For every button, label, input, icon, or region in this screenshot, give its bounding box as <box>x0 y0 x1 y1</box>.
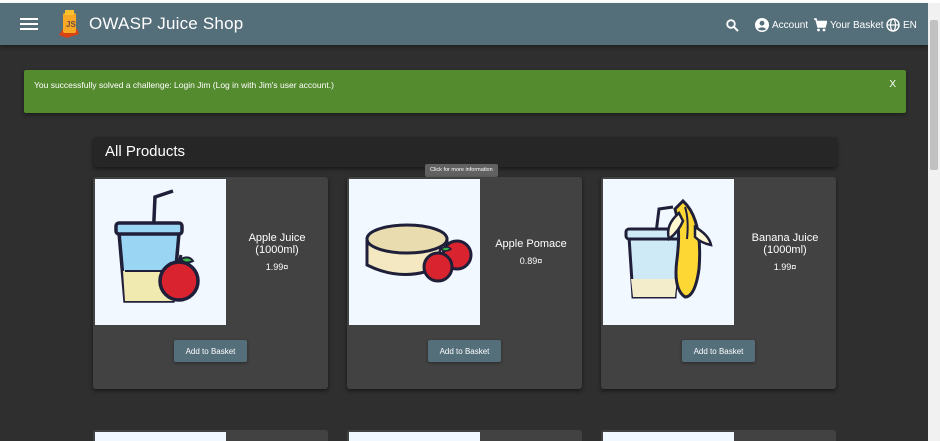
page-title: All Products <box>105 143 186 160</box>
add-to-basket-button[interactable]: Add to Basket <box>428 340 501 362</box>
account-circle-icon <box>755 18 769 32</box>
apple-juice-image <box>114 189 200 303</box>
product-image[interactable] <box>349 179 480 325</box>
juice-shop-logo[interactable]: JS <box>53 7 85 41</box>
account-label: Account <box>772 19 809 31</box>
top-toolbar: JS OWASP Juice Shop Account Your Basket … <box>0 3 928 45</box>
app-title[interactable]: OWASP Juice Shop <box>89 14 243 34</box>
product-image[interactable] <box>603 432 734 441</box>
notification-message: You successfully solved a challenge: Log… <box>34 80 334 90</box>
search-button[interactable] <box>726 15 742 35</box>
language-label: EN <box>903 19 917 31</box>
shopping-cart-icon <box>814 18 827 32</box>
product-card[interactable] <box>601 430 836 441</box>
product-image[interactable] <box>603 179 734 325</box>
product-image[interactable] <box>349 432 480 441</box>
product-card[interactable]: Apple Juice (1000ml) 1.99¤ Add to Basket <box>93 177 328 389</box>
tooltip: Click for more information <box>425 164 498 177</box>
language-button[interactable]: EN <box>886 15 917 35</box>
product-price: 1.99¤ <box>265 262 289 272</box>
add-to-basket-button[interactable]: Add to Basket <box>174 340 247 362</box>
product-image[interactable] <box>95 432 226 441</box>
product-info[interactable]: Apple Pomace 0.89¤ <box>482 179 580 325</box>
product-card[interactable]: Banana Juice (1000ml) 1.99¤ Add to Baske… <box>601 177 836 389</box>
product-card[interactable] <box>93 430 328 441</box>
product-image[interactable] <box>95 179 226 325</box>
product-price: 0.89¤ <box>519 256 543 266</box>
banana-juice-image <box>624 198 713 299</box>
product-price: 1.99¤ <box>773 262 797 272</box>
account-button[interactable]: Account <box>755 15 808 35</box>
search-icon <box>726 18 739 32</box>
scrollbar-thumb[interactable] <box>930 20 938 170</box>
svg-text:JS: JS <box>66 20 76 29</box>
product-card[interactable] <box>347 430 582 441</box>
product-name: Apple Juice (1000ml) <box>248 232 306 256</box>
notification-close-button[interactable]: X <box>889 79 896 90</box>
product-info[interactable]: Banana Juice (1000ml) 1.99¤ <box>736 179 834 325</box>
product-name: Apple Pomace <box>495 238 567 250</box>
globe-icon <box>886 18 900 32</box>
products-header: All Products <box>93 137 837 167</box>
product-name: Banana Juice (1000ml) <box>751 232 819 256</box>
basket-label: Your Basket <box>830 19 884 31</box>
apple-pomace-image <box>365 223 473 283</box>
menu-icon[interactable] <box>20 15 38 33</box>
product-card[interactable]: Apple Pomace 0.89¤ Add to Basket <box>347 177 582 389</box>
product-info[interactable]: Apple Juice (1000ml) 1.99¤ <box>228 179 326 325</box>
challenge-solved-notification: You successfully solved a challenge: Log… <box>24 70 906 113</box>
basket-button[interactable]: Your Basket <box>813 15 884 35</box>
add-to-basket-button[interactable]: Add to Basket <box>682 340 755 362</box>
